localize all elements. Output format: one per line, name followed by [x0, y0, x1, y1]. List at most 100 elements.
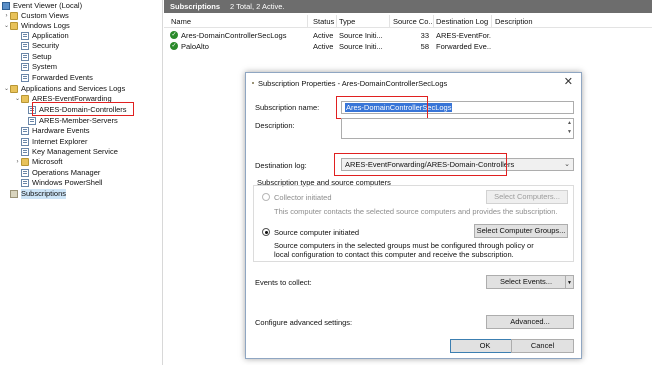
cell-destination: ARES-EventFor...: [436, 31, 491, 40]
tree-item-security[interactable]: Security: [14, 41, 59, 51]
tree-item-label: Custom Views: [21, 11, 69, 20]
highlight-box: [336, 96, 428, 119]
tree-item-windows-powershell[interactable]: Windows PowerShell: [21, 178, 102, 188]
tree-item-hardware-events[interactable]: Hardware Events: [21, 126, 90, 136]
tree-item-windows-logs[interactable]: ⌄ Windows Logs: [3, 21, 70, 31]
active-check-icon: ✓: [170, 42, 178, 50]
tree-item-subscriptions[interactable]: Subscriptions: [10, 189, 67, 199]
tree-item-applications-services-logs[interactable]: ⌄ Applications and Services Logs: [3, 84, 125, 94]
log-icon: [28, 117, 36, 125]
folder-icon: [10, 22, 18, 30]
chevron-down-icon[interactable]: ⌄: [3, 84, 10, 94]
destination-log-label: Destination log:: [255, 161, 307, 170]
select-events-button[interactable]: Select Events...: [486, 275, 566, 289]
cell-count: 58: [420, 42, 429, 51]
column-source-computers[interactable]: Source Co...: [393, 17, 433, 26]
tree-item-label: System: [32, 62, 58, 71]
tree-item-operations-manager[interactable]: Operations Manager: [21, 168, 100, 178]
tree-item-label: Applications and Services Logs: [21, 84, 126, 93]
tree-item-custom-views[interactable]: › Custom Views: [3, 11, 69, 21]
cell-destination: Forwarded Eve...: [436, 42, 491, 51]
source-computer-initiated-radio[interactable]: [262, 228, 270, 236]
cancel-button[interactable]: Cancel: [511, 339, 574, 353]
event-viewer-icon: [2, 2, 10, 10]
tree-item-setup[interactable]: Setup: [14, 52, 52, 62]
log-icon: [21, 169, 29, 177]
cell-type: Source Initi...: [339, 42, 383, 51]
tree-item-microsoft[interactable]: › Microsoft: [14, 157, 62, 167]
close-icon[interactable]: ✕: [564, 75, 573, 88]
tree-item-forwarded-events[interactable]: Forwarded Events: [14, 73, 93, 83]
subscriptions-icon: [252, 82, 254, 84]
folder-icon: [10, 85, 18, 93]
tree-item-label: Subscriptions: [21, 189, 67, 199]
description-label: Description:: [255, 121, 295, 130]
chevron-down-icon[interactable]: ⌄: [14, 94, 21, 104]
collector-initiated-description: This computer contacts the selected sour…: [274, 207, 558, 216]
collector-initiated-radio[interactable]: [262, 193, 270, 201]
tree-item-ares-member-servers[interactable]: ARES-Member-Servers: [28, 116, 118, 126]
select-events-dropdown[interactable]: ▼: [565, 275, 574, 289]
panel-summary: 2 Total, 2 Active.: [230, 2, 285, 11]
cell-type: Source Initi...: [339, 31, 383, 40]
chevron-down-icon[interactable]: ⌄: [3, 21, 10, 31]
panel-title: Subscriptions: [170, 2, 221, 11]
source-initiated-description-line-2: local configuration to contact this comp…: [274, 250, 514, 259]
tree-item-internet-explorer[interactable]: Internet Explorer: [21, 137, 87, 147]
table-row[interactable]: ✓ PaloAlto Active Source Initi... 58 For…: [164, 41, 652, 52]
log-icon: [21, 32, 29, 40]
tree-item-label: Setup: [32, 52, 52, 61]
description-input[interactable]: ▲ ▼: [341, 118, 574, 139]
column-status[interactable]: Status: [313, 17, 337, 26]
tree-item-application[interactable]: Application: [14, 31, 69, 41]
cell-status: Active: [313, 42, 334, 51]
advanced-button[interactable]: Advanced...: [486, 315, 574, 329]
column-type[interactable]: Type: [339, 17, 387, 26]
tree-item-label: Security: [32, 41, 60, 50]
log-icon: [21, 179, 29, 187]
tree-item-event-viewer[interactable]: Event Viewer (Local): [2, 1, 82, 11]
tree-item-label: Operations Manager: [32, 168, 101, 177]
column-name[interactable]: Name: [171, 17, 301, 26]
select-computers-button[interactable]: Select Computers...: [486, 190, 568, 204]
tree-item-key-management-service[interactable]: Key Management Service: [21, 147, 118, 157]
tree-item-label: ARES-Member-Servers: [39, 116, 118, 125]
cell-count: 33: [420, 31, 429, 40]
tree-item-label: Microsoft: [32, 157, 63, 166]
tree-item-label: Internet Explorer: [32, 137, 88, 146]
source-initiated-description-line-1: Source computers in the selected groups …: [274, 241, 534, 250]
tree-item-label: Application: [32, 31, 69, 40]
scroll-arrows-icon[interactable]: ▲ ▼: [567, 119, 572, 137]
highlight-box: [32, 102, 134, 116]
ok-button[interactable]: OK: [450, 339, 520, 353]
subscription-properties-dialog: Subscription Properties - Ares-DomainCon…: [245, 72, 582, 359]
column-destination-log[interactable]: Destination Log: [436, 17, 491, 26]
log-icon: [21, 63, 29, 71]
subscriptions-icon: [10, 190, 18, 198]
chevron-right-icon[interactable]: ›: [3, 11, 10, 21]
column-description[interactable]: Description: [495, 17, 545, 26]
chevron-right-icon[interactable]: ›: [14, 157, 21, 167]
cell-status: Active: [313, 31, 334, 40]
advanced-settings-label: Configure advanced settings:: [255, 318, 353, 327]
tree-item-label: Forwarded Events: [32, 73, 93, 82]
folder-icon: [21, 158, 29, 166]
log-icon: [21, 138, 29, 146]
log-icon: [21, 127, 29, 135]
cell-name: Ares-DomainControllerSecLogs: [181, 31, 287, 40]
table-row[interactable]: ✓ Ares-DomainControllerSecLogs Active So…: [164, 30, 652, 41]
log-icon: [21, 42, 29, 50]
tree-item-label: Hardware Events: [32, 126, 90, 135]
navigation-tree: Event Viewer (Local) › Custom Views ⌄ Wi…: [0, 0, 163, 365]
collector-initiated-label: Collector initiated: [274, 193, 332, 202]
dialog-title-bar: Subscription Properties - Ares-DomainCon…: [252, 77, 447, 89]
active-check-icon: ✓: [170, 31, 178, 39]
events-to-collect-label: Events to collect:: [255, 278, 312, 287]
log-icon: [21, 148, 29, 156]
log-icon: [21, 74, 29, 82]
tree-item-label: Key Management Service: [32, 147, 118, 156]
folder-icon: [21, 95, 29, 103]
select-computer-groups-button[interactable]: Select Computer Groups...: [474, 224, 568, 238]
dropdown-arrow-icon: ▼: [567, 280, 572, 286]
tree-item-system[interactable]: System: [14, 62, 57, 72]
